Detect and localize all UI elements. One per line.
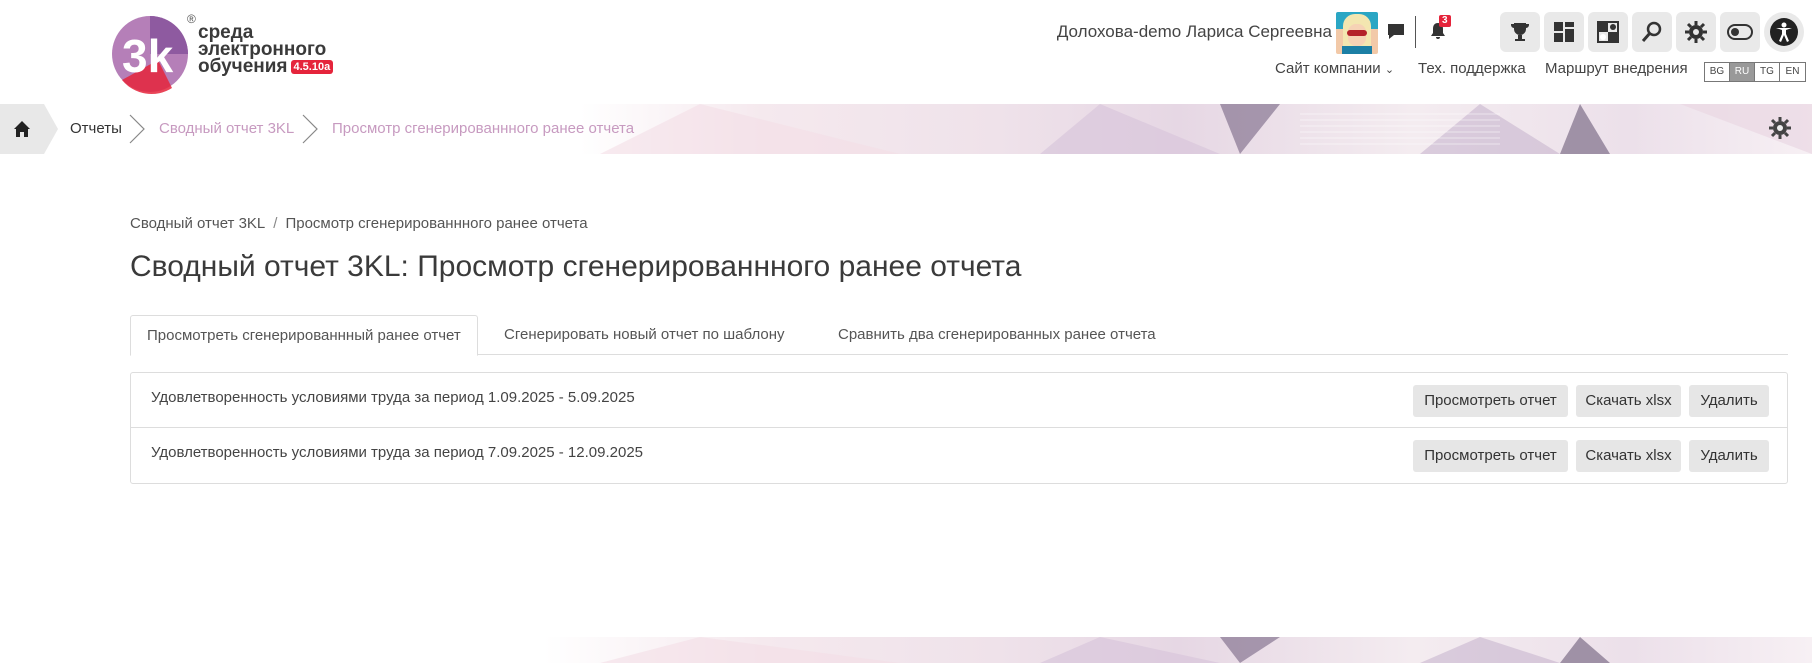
header-divider [1415,16,1416,48]
crumb-reports[interactable]: Отчеты [70,120,122,137]
search-button[interactable] [1632,12,1672,52]
support-link[interactable]: Тех. поддержка [1418,60,1526,77]
page-breadcrumb-link[interactable]: Сводный отчет 3KL [130,215,265,232]
footer-band [0,637,1812,663]
page-breadcrumb: Сводный отчет 3KL / Просмотр сгенерированн… [130,215,588,232]
user-name[interactable]: Долохова-demo Лариса Сергеевна [1057,22,1332,42]
report-tabs: Просмотреть сгенерированнный ранее отчет… [130,315,1788,356]
accessibility-button[interactable] [1764,12,1804,52]
settings-button[interactable] [1676,12,1716,52]
report-title: Удовлетворенность условиями труда за пер… [151,389,635,406]
gear-icon[interactable] [1768,116,1792,140]
header: 3k ® среда электронного обучения 4.5.10a … [0,0,1812,104]
logo-text: среда электронного обучения 4.5.10a [198,23,334,76]
chevron-right-icon [129,114,145,144]
breadcrumb-separator: / [273,215,278,232]
breadcrumb-band: Отчеты Сводный отчет 3KL Просмотр сгенер… [0,104,1812,154]
notification-badge: 3 [1439,15,1451,27]
list-item: Удовлетворенность условиями труда за пер… [131,428,1787,483]
list-item: Удовлетворенность условиями труда за пер… [131,373,1787,428]
trophy-button[interactable] [1500,12,1540,52]
chess-icon [1597,21,1619,43]
chevron-down-icon: ⌄ [1384,64,1395,76]
bell-icon[interactable]: 3 [1425,15,1451,44]
report-title: Удовлетворенность условиями труда за пер… [151,444,644,461]
crumb-current-page: Просмотр сгенерированнного ранее отчета [332,120,635,137]
chess-button[interactable] [1588,12,1628,52]
language-switcher: BG RU TG EN [1704,62,1806,82]
logo-line3: обучения 4.5.10a [198,57,334,76]
lang-en[interactable]: EN [1780,63,1805,81]
theme-toggle-button[interactable] [1720,12,1760,52]
crumb-summary-report[interactable]: Сводный отчет 3KL [159,120,294,137]
company-site-link[interactable]: Сайт компании ⌄ [1275,60,1394,77]
trophy-icon [1511,23,1529,41]
delete-button[interactable]: Удалить [1689,440,1769,472]
accessibility-icon [1770,18,1798,46]
home-icon [14,121,30,137]
delete-button[interactable]: Удалить [1689,385,1769,417]
page-title: Сводный отчет 3KL: Просмотр сгенерирован… [130,250,1022,283]
page-breadcrumb-current: Просмотр сгенерированнного ранее отчета [285,215,588,232]
lang-bg[interactable]: BG [1705,63,1730,81]
view-report-button[interactable]: Просмотреть отчет [1413,385,1568,417]
avatar[interactable] [1336,12,1378,54]
tab-generate-new[interactable]: Сгенерировать новый отчет по шаблону [488,315,801,356]
svg-text:3k: 3k [122,30,174,82]
dashboard-button[interactable] [1544,12,1584,52]
lang-tg[interactable]: TG [1755,63,1780,81]
toggle-icon [1727,24,1753,40]
footer-decoration [600,637,1610,663]
search-icon [1641,21,1662,42]
view-report-button[interactable]: Просмотреть отчет [1413,440,1568,472]
tab-compare[interactable]: Сравнить два сгенерированных ранее отчет… [822,315,1172,356]
chevron-right-icon [302,114,318,144]
dashboard-icon [1554,22,1574,42]
implementation-link[interactable]: Маршрут внедрения [1545,60,1688,77]
home-arrow-shape [44,104,58,154]
home-button[interactable] [0,104,44,154]
version-badge: 4.5.10a [290,60,334,74]
band-decoration [600,104,1812,154]
logo-registered-mark: ® [187,12,196,26]
gear-icon [1685,21,1707,43]
logo[interactable]: 3k ® среда электронного обучения 4.5.10a [112,10,352,96]
download-xlsx-button[interactable]: Скачать xlsx [1576,440,1681,472]
tab-view-generated[interactable]: Просмотреть сгенерированнный ранее отчет [130,315,478,356]
chat-icon[interactable] [1383,18,1409,44]
lang-ru[interactable]: RU [1730,63,1755,81]
download-xlsx-button[interactable]: Скачать xlsx [1576,385,1681,417]
reports-list: Удовлетворенность условиями труда за пер… [130,372,1788,484]
